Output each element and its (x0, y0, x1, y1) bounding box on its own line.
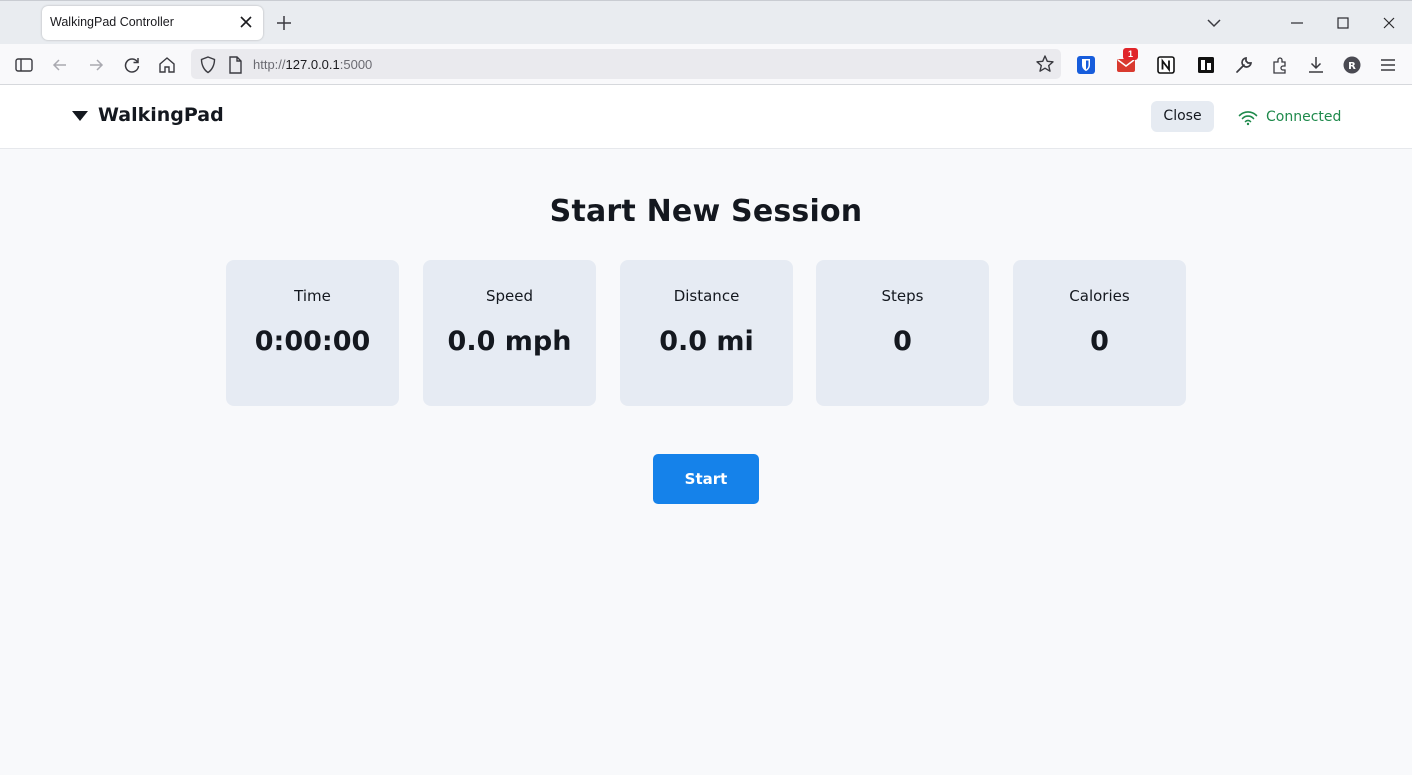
logo-triangle-icon (72, 111, 88, 121)
stat-value: 0.0 mi (659, 326, 754, 357)
bookmark-star-icon[interactable] (1034, 53, 1056, 75)
shield-icon[interactable] (197, 54, 219, 76)
stat-value: 0 (893, 326, 912, 357)
browser-tab-bar: WalkingPad Controller (0, 0, 1412, 44)
maximize-icon[interactable] (1333, 13, 1353, 33)
page-title: Start New Session (549, 194, 863, 229)
stat-value: 0.0 mph (447, 326, 572, 357)
url-host: 127.0.0.1 (285, 57, 340, 72)
stat-value: 0 (1090, 326, 1109, 357)
downloads-icon[interactable] (1305, 54, 1327, 76)
close-button[interactable]: Close (1151, 101, 1214, 132)
stat-card-speed: Speed 0.0 mph (423, 260, 596, 406)
browser-tab[interactable]: WalkingPad Controller (42, 6, 263, 40)
home-icon[interactable] (156, 54, 178, 76)
url-port: :5000 (339, 57, 373, 72)
brand-title: WalkingPad (98, 104, 224, 126)
sidebar-icon[interactable] (13, 54, 35, 76)
wifi-icon (1238, 111, 1258, 126)
stat-card-distance: Distance 0.0 mi (620, 260, 793, 406)
profile-initial: R (1348, 61, 1356, 72)
stat-card-steps: Steps 0 (816, 260, 989, 406)
stat-value: 0:00:00 (254, 326, 371, 357)
stat-label: Steps (881, 287, 924, 305)
reader-icon[interactable] (1195, 54, 1217, 76)
profile-icon[interactable]: R (1341, 54, 1363, 76)
minimize-icon[interactable] (1287, 13, 1307, 33)
stat-label: Time (294, 287, 331, 305)
start-button[interactable]: Start (653, 454, 759, 504)
stat-card-calories: Calories 0 (1013, 260, 1186, 406)
back-icon[interactable] (49, 54, 71, 76)
browser-nav-bar: http://127.0.0.1:5000 1 R (0, 44, 1412, 85)
reload-icon[interactable] (121, 54, 143, 76)
connection-status-label: Connected (1266, 109, 1342, 125)
app-header: WalkingPad Close Connected (0, 85, 1412, 149)
url-scheme: http:// (253, 57, 286, 72)
tab-close-icon[interactable] (238, 13, 254, 31)
notion-icon[interactable] (1155, 54, 1177, 76)
stat-label: Distance (673, 287, 740, 305)
stat-label: Speed (485, 287, 534, 305)
bitwarden-icon[interactable] (1075, 54, 1097, 76)
close-window-icon[interactable] (1379, 13, 1399, 33)
wrench-icon[interactable] (1233, 54, 1255, 76)
url-text[interactable]: http://127.0.0.1:5000 (253, 57, 372, 72)
page-icon[interactable] (224, 54, 246, 76)
notification-badge: 1 (1123, 48, 1138, 60)
extensions-icon[interactable] (1269, 54, 1291, 76)
forward-icon[interactable] (85, 54, 107, 76)
list-all-tabs-icon[interactable] (1204, 13, 1224, 33)
stat-card-time: Time 0:00:00 (226, 260, 399, 406)
menu-icon[interactable] (1377, 54, 1399, 76)
url-bar[interactable]: http://127.0.0.1:5000 (191, 49, 1061, 79)
tab-title: WalkingPad Controller (50, 15, 174, 29)
stat-label: Calories (1069, 287, 1130, 305)
new-tab-icon[interactable] (274, 13, 294, 33)
